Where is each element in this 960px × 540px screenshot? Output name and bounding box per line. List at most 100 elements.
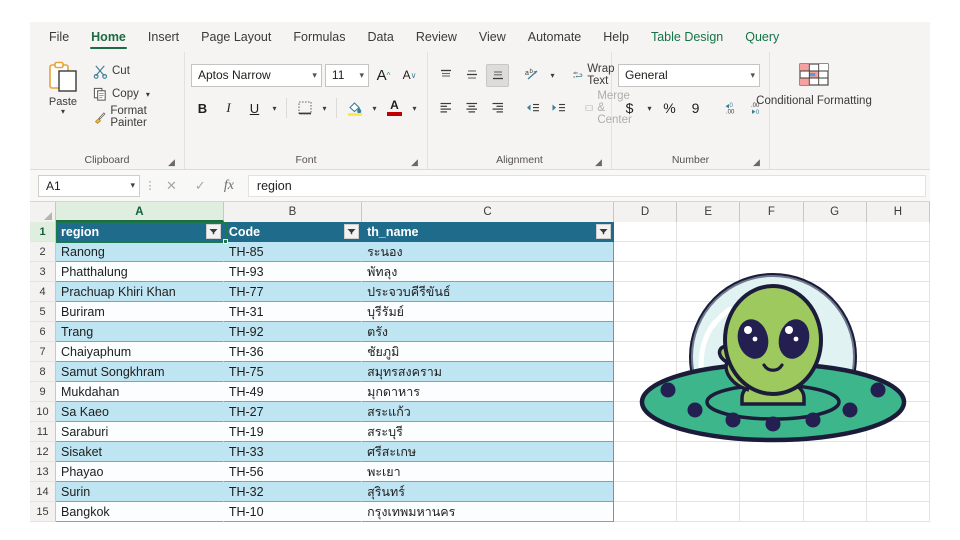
cell-d14[interactable] (613, 482, 678, 502)
cell-e4[interactable] (677, 282, 741, 302)
cell-h3[interactable] (866, 262, 930, 282)
cell-a5[interactable]: Buriram (56, 302, 224, 322)
cell-c6[interactable]: ตรัง (362, 322, 614, 342)
cell-e1[interactable] (677, 222, 741, 242)
row-header-3[interactable]: 3 (30, 262, 56, 282)
comma-format-button[interactable]: 9 (684, 97, 707, 120)
cell-e5[interactable] (677, 302, 741, 322)
cell-f4[interactable] (740, 282, 804, 302)
fill-color-chevron-down-icon[interactable]: ▾ (369, 97, 380, 120)
cell-g8[interactable] (803, 362, 867, 382)
cell-g14[interactable] (803, 482, 867, 502)
name-box-chevron-down-icon[interactable]: ▾ (130, 180, 135, 191)
cell-f10[interactable] (740, 402, 804, 422)
cell-g4[interactable] (803, 282, 867, 302)
number-format-chevron-down-icon[interactable]: ▾ (750, 70, 755, 81)
cell-f11[interactable] (740, 422, 804, 442)
cell-c8[interactable]: สมุทรสงคราม (362, 362, 614, 382)
filter-dropdown-region-icon[interactable] (205, 224, 221, 239)
filter-dropdown-code-icon[interactable] (344, 224, 360, 239)
column-header-e[interactable]: E (677, 202, 741, 222)
cell-a12[interactable]: Sisaket (56, 442, 224, 462)
cell-f5[interactable] (740, 302, 804, 322)
cell-a11[interactable]: Saraburi (56, 422, 224, 442)
cell-d7[interactable] (613, 342, 678, 362)
cell-d5[interactable] (613, 302, 678, 322)
tab-insert[interactable]: Insert (137, 22, 190, 52)
paste-button[interactable]: Paste ▾ (36, 56, 90, 152)
cell-g1[interactable] (803, 222, 867, 242)
cell-f6[interactable] (740, 322, 804, 342)
accounting-format-button[interactable]: $ (618, 97, 641, 120)
copy-button[interactable]: Copy ▾ (90, 84, 178, 104)
cell-b15[interactable]: TH-10 (223, 502, 363, 522)
decrease-indent-button[interactable] (521, 97, 544, 120)
table-header-cell-region[interactable]: region (56, 222, 224, 242)
cell-g9[interactable] (803, 382, 867, 402)
cell-e2[interactable] (677, 242, 741, 262)
cell-b9[interactable]: TH-49 (223, 382, 363, 402)
cell-b13[interactable]: TH-56 (223, 462, 363, 482)
cell-h8[interactable] (866, 362, 930, 382)
cell-a6[interactable]: Trang (56, 322, 224, 342)
font-color-button[interactable]: A (383, 97, 406, 120)
cell-f1[interactable] (740, 222, 804, 242)
font-size-chevron-down-icon[interactable]: ▾ (359, 70, 364, 81)
row-header-13[interactable]: 13 (30, 462, 56, 482)
row-header-2[interactable]: 2 (30, 242, 56, 262)
cell-h13[interactable] (866, 462, 930, 482)
cell-h12[interactable] (866, 442, 930, 462)
tab-table-design[interactable]: Table Design (640, 22, 734, 52)
font-dialog-launcher-icon[interactable]: ◢ (410, 158, 419, 167)
row-header-12[interactable]: 12 (30, 442, 56, 462)
cell-a7[interactable]: Chaiyaphum (56, 342, 224, 362)
accounting-chevron-down-icon[interactable]: ▾ (644, 97, 655, 120)
confirm-entry-icon[interactable]: ✓ (195, 178, 206, 194)
cell-g11[interactable] (803, 422, 867, 442)
cell-a4[interactable]: Prachuap Khiri Khan (56, 282, 224, 302)
row-header-4[interactable]: 4 (30, 282, 56, 302)
cell-h1[interactable] (866, 222, 930, 242)
cell-h11[interactable] (866, 422, 930, 442)
cell-f12[interactable] (740, 442, 804, 462)
borders-button[interactable] (293, 97, 316, 120)
cell-e8[interactable] (677, 362, 741, 382)
font-name-chevron-down-icon[interactable]: ▾ (312, 70, 317, 81)
cancel-entry-icon[interactable]: ✕ (166, 178, 177, 194)
cell-f9[interactable] (740, 382, 804, 402)
cell-e10[interactable] (677, 402, 741, 422)
cell-e11[interactable] (677, 422, 741, 442)
align-bottom-button[interactable] (486, 63, 509, 87)
cell-d6[interactable] (613, 322, 678, 342)
row-header-8[interactable]: 8 (30, 362, 56, 382)
cell-g5[interactable] (803, 302, 867, 322)
column-header-b[interactable]: B (223, 202, 363, 222)
cell-g12[interactable] (803, 442, 867, 462)
percent-format-button[interactable]: % (658, 97, 681, 120)
underline-button[interactable]: U (243, 97, 266, 120)
underline-chevron-down-icon[interactable]: ▾ (269, 97, 280, 120)
cell-a2[interactable]: Ranong (56, 242, 224, 262)
tab-query[interactable]: Query (734, 22, 790, 52)
cell-c3[interactable]: พัทลุง (362, 262, 614, 282)
tab-review[interactable]: Review (405, 22, 468, 52)
row-header-7[interactable]: 7 (30, 342, 56, 362)
font-name-combo[interactable]: Aptos Narrow ▾ (191, 63, 322, 87)
cell-h5[interactable] (866, 302, 930, 322)
align-top-button[interactable] (434, 64, 457, 87)
cell-e3[interactable] (677, 262, 741, 282)
paste-chevron-down-icon[interactable]: ▾ (61, 108, 65, 116)
insert-function-icon[interactable]: fx (224, 178, 234, 194)
row-header-5[interactable]: 5 (30, 302, 56, 322)
column-header-c[interactable]: C (362, 202, 614, 222)
cell-a14[interactable]: Surin (56, 482, 224, 502)
cell-d2[interactable] (613, 242, 678, 262)
align-right-button[interactable] (486, 97, 509, 120)
row-header-9[interactable]: 9 (30, 382, 56, 402)
cell-f3[interactable] (740, 262, 804, 282)
row-header-11[interactable]: 11 (30, 422, 56, 442)
tab-help[interactable]: Help (592, 22, 640, 52)
cell-c15[interactable]: กรุงเทพมหานคร (362, 502, 614, 522)
row-header-6[interactable]: 6 (30, 322, 56, 342)
cell-e13[interactable] (677, 462, 741, 482)
